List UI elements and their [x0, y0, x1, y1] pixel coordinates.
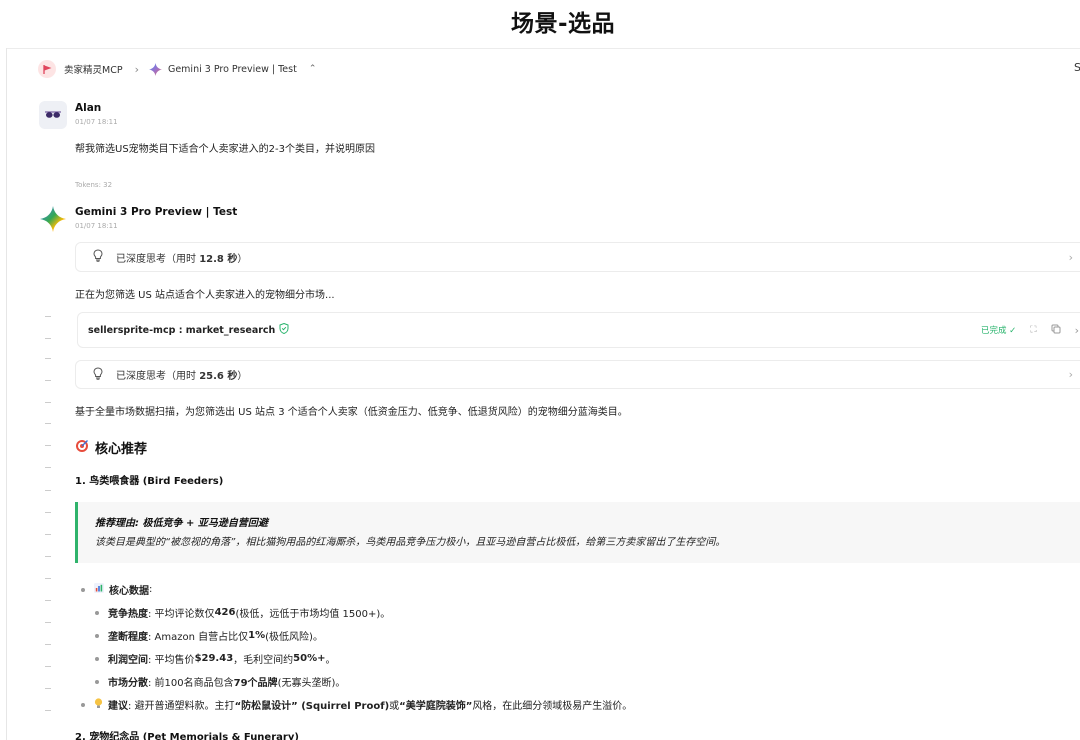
intro-text: 基于全量市场数据扫描，为您筛选出 US 站点 3 个适合个人卖家（低资金压力、低… — [75, 407, 628, 418]
thinking-label-1: 已深度思考（用时 12.8 秒） — [116, 253, 248, 265]
copy-icon[interactable] — [1051, 324, 1061, 337]
gutter-dash — [45, 358, 51, 359]
user-name: Alan — [75, 102, 102, 114]
frame-left-border — [6, 48, 7, 740]
gutter-dash — [45, 688, 51, 689]
list-item: 利润空间: 平均售价 $29.43 ，毛利空间约 50%+。 — [95, 651, 335, 666]
gemini-star-icon — [148, 62, 162, 76]
user-timestamp: 01/07 18:11 — [75, 118, 118, 126]
chevron-right-icon[interactable]: › — [1075, 324, 1079, 337]
quote-body: 该类目是典型的“被忽视的角落”，相比猫狗用品的红海厮杀，鸟类用品竞争压力极小，且… — [95, 537, 726, 548]
chevron-right-icon: › — [134, 62, 139, 76]
tool-name: sellersprite-mcp : market_research — [88, 324, 276, 336]
edge-letter: S — [1074, 61, 1080, 74]
gutter-dash — [45, 467, 51, 468]
gutter-dash — [45, 534, 51, 535]
chevron-right-icon: › — [1068, 250, 1073, 264]
avatar — [39, 101, 67, 129]
gutter-dash — [45, 490, 51, 491]
flag-icon — [38, 60, 56, 78]
lightbulb-icon — [90, 249, 106, 265]
gutter-dash — [45, 644, 51, 645]
bot-name: Gemini 3 Pro Preview | Test — [75, 206, 238, 218]
tool-status: 已完成 ✓ — [980, 326, 1017, 336]
thinking-card-1[interactable]: 已深度思考（用时 12.8 秒） › — [75, 242, 1080, 272]
sunglasses-icon — [45, 111, 61, 118]
gutter-dash — [45, 423, 51, 424]
frame-divider — [6, 48, 1080, 49]
breadcrumb-app[interactable]: 卖家精灵MCP — [64, 62, 123, 76]
gutter-dash — [45, 338, 51, 339]
gutter-dash — [45, 578, 51, 579]
progress-text: 正在为您筛选 US 站点适合个人卖家进入的宠物细分市场... — [75, 290, 335, 301]
recommendation-quote: 推荐理由: 极低竞争 + 亚马逊自营回避 该类目是典型的“被忽视的角落”，相比猫… — [75, 502, 1080, 563]
gutter-dash — [45, 380, 51, 381]
expand-icon[interactable]: ⛶ — [1030, 325, 1036, 335]
chevron-updown-icon: ⌃ — [308, 64, 317, 74]
list-item: 核心数据: — [81, 582, 152, 597]
section-heading: 核心推荐 — [75, 438, 147, 457]
thinking-card-2[interactable]: 已深度思考（用时 25.6 秒） › — [75, 360, 1080, 389]
quote-title: 推荐理由: 极低竞争 + 亚马逊自营回避 — [95, 518, 268, 529]
chevron-right-icon: › — [1068, 368, 1073, 381]
list-item: 市场分散: 前100名商品包含 79个品牌 (无寡头垄断)。 — [95, 674, 345, 689]
gutter-dash — [45, 402, 51, 403]
gemini-avatar-icon — [39, 205, 67, 233]
page-title: 场景-选品 — [510, 11, 616, 37]
item-1-title: 1. 鸟类喂食器 (Bird Feeders) — [75, 476, 224, 487]
breadcrumb: 卖家精灵MCP › Gemini 3 Pro Preview | Test ⌃ — [38, 59, 316, 79]
bot-message-header: Gemini 3 Pro Preview | Test 01/07 18:11 — [39, 205, 237, 233]
list-item: 建议: 避开普通塑料款。主打 “防松鼠设计” (Squirrel Proof) … — [81, 697, 632, 712]
user-message-text: 帮我筛选US宠物类目下适合个人卖家进入的2-3个类目，并说明原因 — [75, 144, 375, 155]
user-message-header: Alan 01/07 18:11 — [39, 101, 118, 129]
gutter-dash — [45, 445, 51, 446]
thinking-label-2: 已深度思考（用时 25.6 秒） — [116, 371, 248, 382]
list-item: 垄断程度: Amazon 自营占比仅 1% (极低风险)。 — [95, 628, 323, 643]
gutter-dash — [45, 556, 51, 557]
gutter-dash — [45, 600, 51, 601]
list-item: 竞争热度: 平均评论数仅 426 (极低，远低于市场均值 1500+)。 — [95, 605, 390, 620]
lightbulb-emoji-icon — [94, 697, 103, 712]
gutter-dash — [45, 622, 51, 623]
target-icon — [75, 439, 89, 457]
tool-call-card[interactable]: sellersprite-mcp : market_research 已完成 ✓… — [77, 312, 1080, 348]
shield-check-icon — [279, 322, 289, 337]
bar-chart-icon — [94, 583, 104, 596]
gutter-dash — [45, 666, 51, 667]
lightbulb-icon — [90, 366, 106, 383]
gutter-dash — [45, 316, 51, 317]
gutter-dash — [45, 512, 51, 513]
gutter-dash — [45, 710, 51, 711]
bot-timestamp: 01/07 18:11 — [75, 222, 118, 230]
model-name: Gemini 3 Pro Preview | Test — [167, 63, 297, 75]
item-2-title: 2. 宠物纪念品 (Pet Memorials & Funerary) — [75, 732, 299, 740]
model-selector[interactable]: Gemini 3 Pro Preview | Test ⌃ — [148, 62, 317, 76]
token-count: Tokens: 32 — [75, 181, 113, 189]
